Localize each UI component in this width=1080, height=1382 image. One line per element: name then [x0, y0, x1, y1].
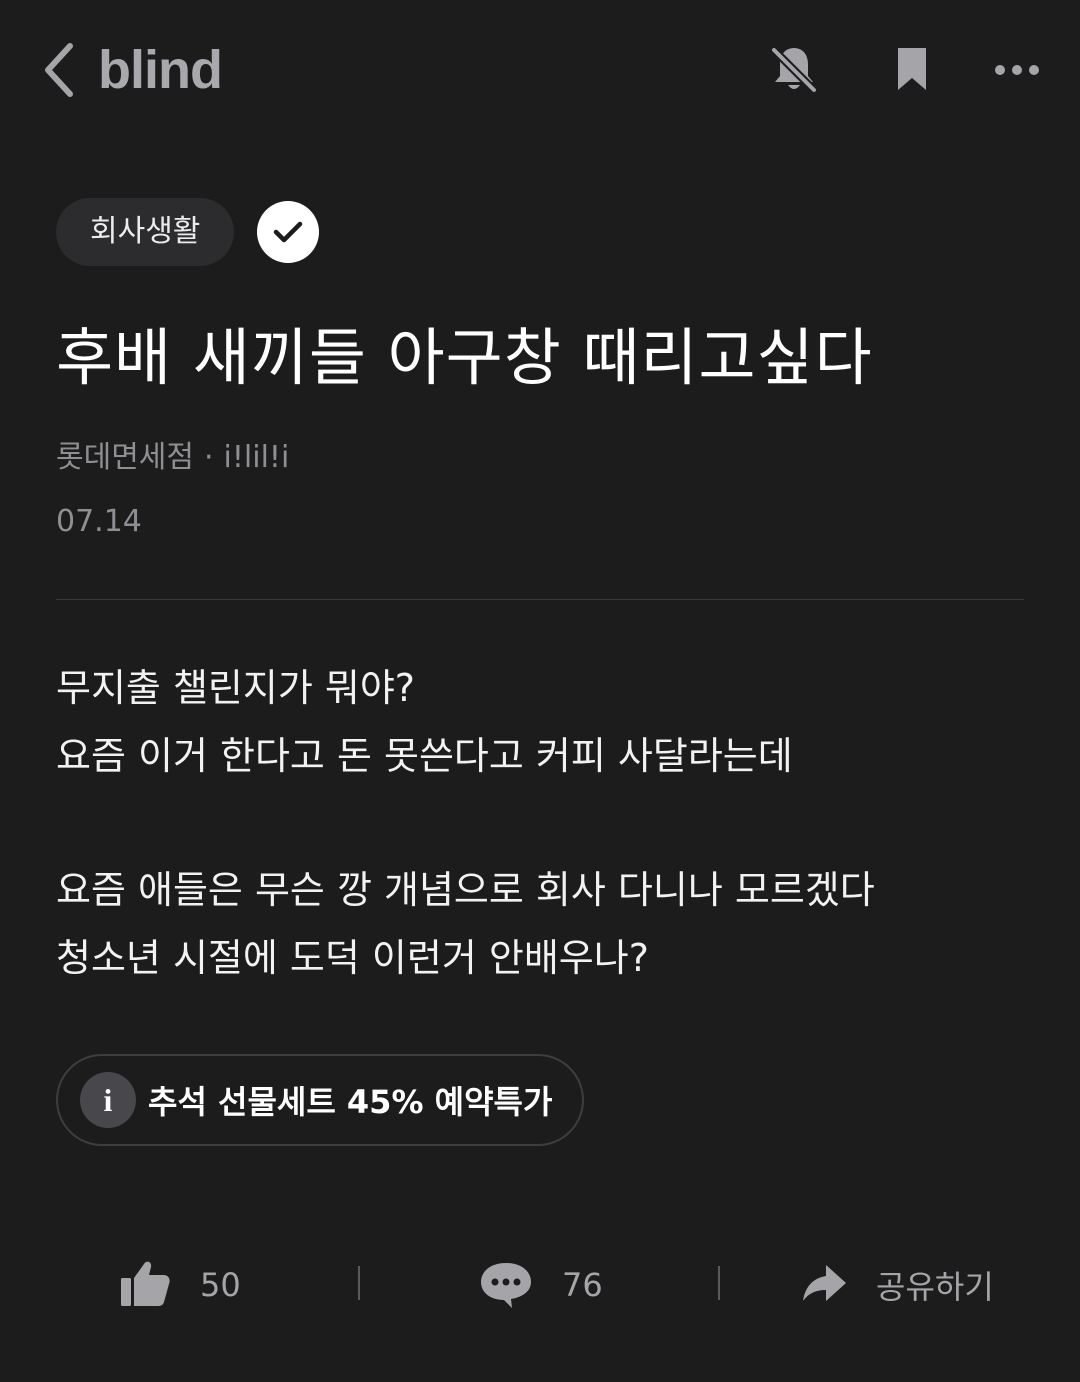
info-icon: i [80, 1072, 136, 1128]
action-separator [358, 1266, 360, 1300]
top-bar: blind [0, 0, 1080, 140]
share-arrow-icon [800, 1259, 848, 1311]
body-line: 요즘 이거 한다고 돈 못쓴다고 커피 사달라는데 [56, 734, 793, 778]
verified-check-icon [257, 201, 319, 263]
like-count: 50 [200, 1266, 241, 1304]
company-name[interactable]: 롯데면세점 [56, 440, 194, 475]
more-dots-icon [988, 40, 1048, 100]
share-label: 공유하기 [876, 1268, 994, 1306]
comment-count: 76 [562, 1266, 603, 1304]
post-title: 후배 새끼들 아구창 때리고싶다 [56, 321, 873, 394]
thumbs-up-icon [118, 1256, 172, 1314]
comment-bubble-icon [478, 1255, 534, 1315]
like-button[interactable]: 50 [118, 1240, 241, 1330]
divider [56, 599, 1024, 600]
back-button[interactable] [36, 38, 86, 102]
post-body: 무지출 챌린지가 뭐야? 요즘 이거 한다고 돈 못쓴다고 커피 사달라는데 요… [56, 654, 1024, 992]
bell-off-icon [764, 40, 824, 100]
category-chip[interactable]: 회사생활 [56, 198, 235, 266]
post-date: 07.14 [56, 504, 142, 539]
action-bar: 50 76 공유하기 [0, 1240, 1080, 1330]
bookmark-button[interactable] [882, 40, 942, 100]
bookmark-icon [882, 40, 942, 100]
blind-logo: blind [98, 40, 223, 100]
back-chevron-icon [36, 43, 86, 106]
body-line: 무지출 챌린지가 뭐야? [56, 666, 415, 710]
ad-text: 추석 선물세트 45% 예약특가 [148, 1083, 553, 1121]
more-options-button[interactable] [988, 40, 1048, 100]
comment-button[interactable]: 76 [478, 1240, 603, 1330]
notification-off-button[interactable] [764, 40, 824, 100]
action-separator [718, 1266, 720, 1300]
body-line: 청소년 시절에 도덕 이런거 안배우나? [56, 936, 649, 980]
share-button[interactable]: 공유하기 [800, 1240, 994, 1330]
author-nickname[interactable]: i!lil!i [224, 440, 290, 475]
post-meta: 롯데면세점 · i!lil!i [56, 436, 289, 480]
meta-separator: · [204, 440, 214, 475]
ad-banner[interactable]: i 추석 선물세트 45% 예약특가 [56, 1054, 585, 1146]
body-line: 요즘 애들은 무슨 깡 개념으로 회사 다니나 모르겠다 [56, 868, 875, 912]
